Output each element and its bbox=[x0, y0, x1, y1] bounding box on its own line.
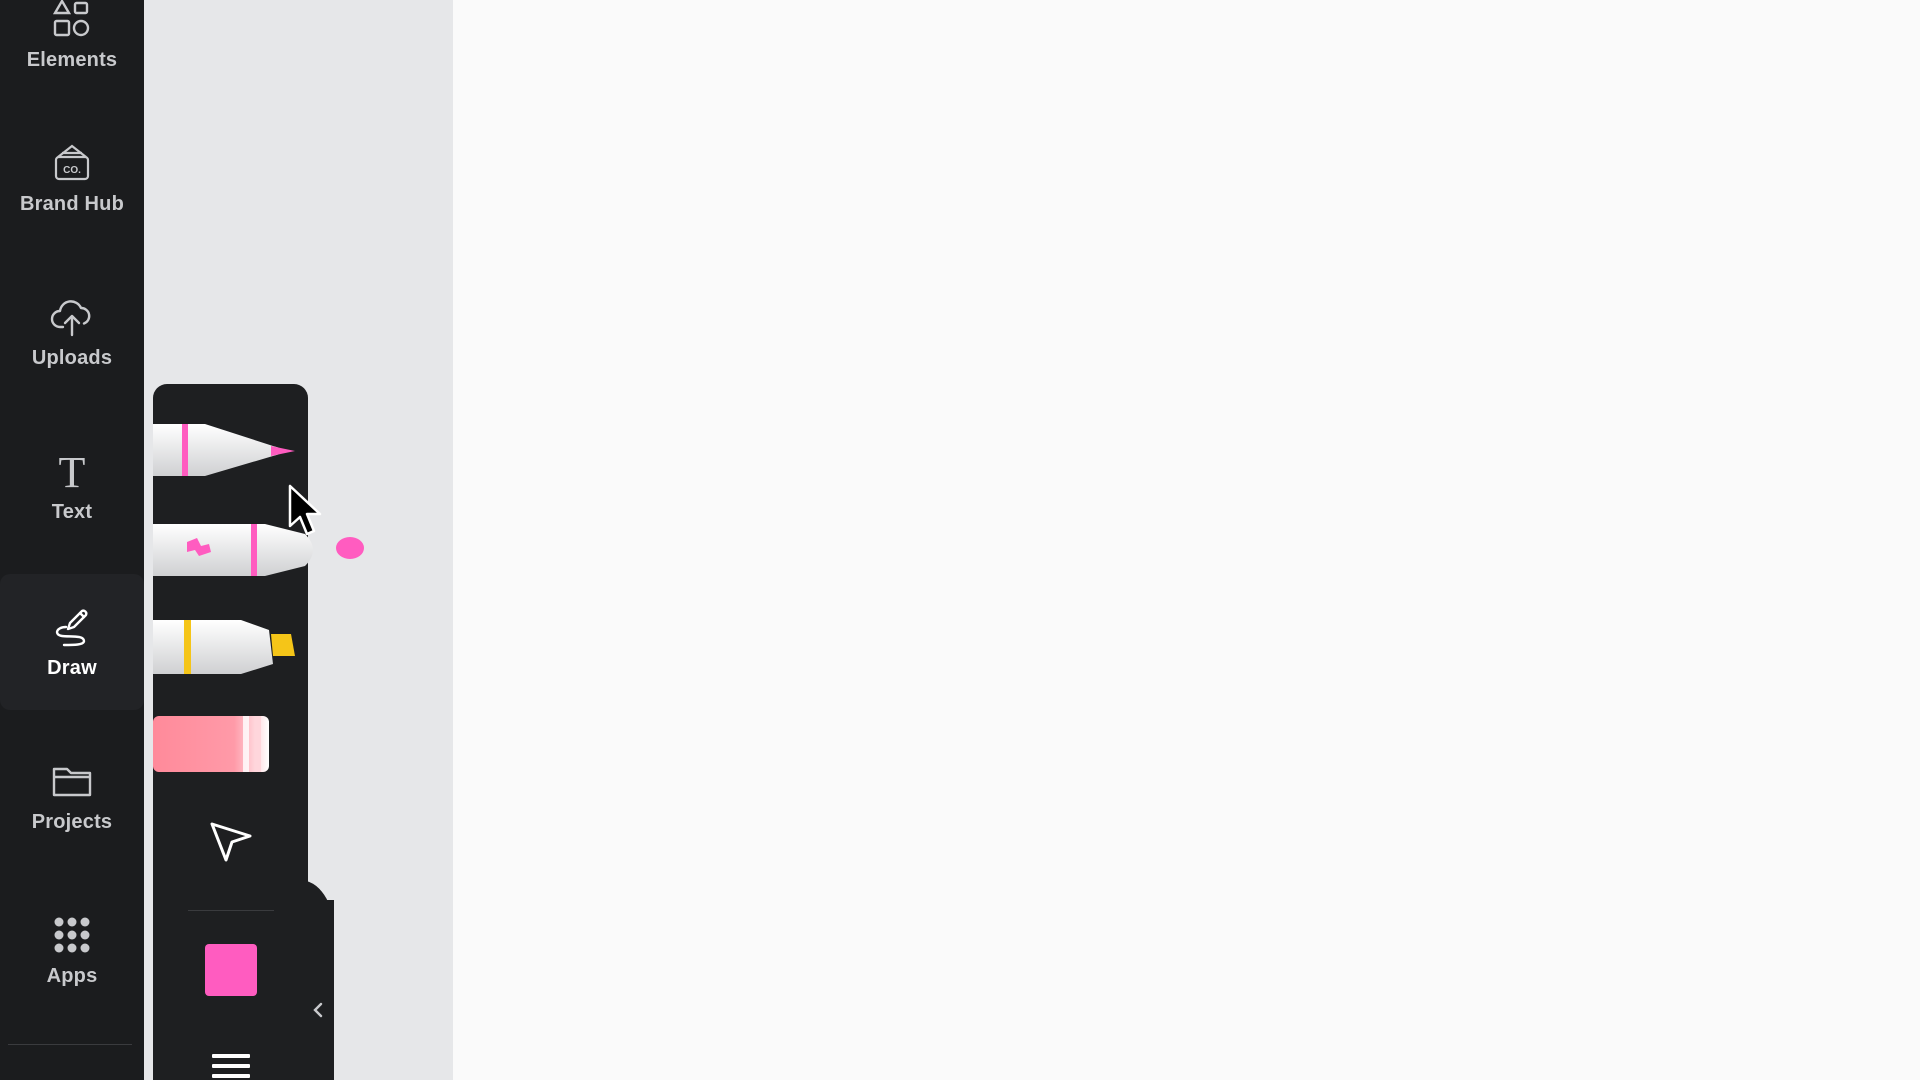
hamburger-menu-icon bbox=[212, 1054, 250, 1078]
rail-item-uploads[interactable]: Uploads bbox=[0, 264, 144, 400]
highlighter-icon bbox=[153, 620, 295, 674]
tray-menu-button[interactable] bbox=[210, 1050, 252, 1080]
chevron-left-icon bbox=[313, 1002, 323, 1018]
brand-hub-icon: CO. bbox=[50, 141, 94, 185]
rail-item-label: Elements bbox=[26, 48, 118, 71]
rail-item-text[interactable]: T Text bbox=[0, 418, 144, 554]
apps-grid-icon bbox=[50, 913, 94, 957]
select-arrow-icon bbox=[210, 822, 252, 862]
marker-icon bbox=[153, 524, 364, 576]
svg-text:T: T bbox=[59, 449, 86, 493]
svg-text:CO.: CO. bbox=[63, 165, 81, 176]
rail-item-label: Draw bbox=[47, 656, 97, 679]
rail-item-projects[interactable]: Projects bbox=[0, 728, 144, 864]
folder-icon bbox=[50, 759, 94, 803]
select-tool[interactable] bbox=[208, 818, 254, 864]
rail-item-brand-hub[interactable]: CO. Brand Hub bbox=[0, 110, 144, 246]
tray-divider bbox=[188, 910, 274, 911]
cloud-upload-icon bbox=[50, 295, 94, 339]
pen-tool[interactable] bbox=[153, 416, 303, 486]
app: Elements CO. Brand Hub Uploads T Text Dr… bbox=[0, 0, 1920, 1080]
pen-icon bbox=[153, 424, 295, 476]
color-swatch[interactable] bbox=[205, 944, 257, 996]
eraser-tool[interactable] bbox=[153, 710, 273, 776]
left-rail: Elements CO. Brand Hub Uploads T Text Dr… bbox=[0, 0, 144, 1080]
eraser-icon bbox=[153, 716, 269, 772]
draw-icon bbox=[50, 605, 94, 649]
rail-item-label: Apps bbox=[46, 964, 98, 987]
elements-icon bbox=[50, 0, 94, 41]
rail-item-elements[interactable]: Elements bbox=[0, 0, 144, 102]
rail-item-draw[interactable]: Draw bbox=[0, 574, 144, 710]
rail-item-label: Uploads bbox=[31, 346, 113, 369]
rail-item-label: Text bbox=[51, 500, 93, 523]
rail-item-label: Projects bbox=[31, 810, 113, 833]
marker-tool[interactable] bbox=[153, 512, 373, 582]
rail-divider bbox=[8, 1044, 132, 1045]
collapse-tray-button[interactable] bbox=[306, 990, 330, 1030]
text-icon: T bbox=[50, 449, 94, 493]
rail-item-apps[interactable]: Apps bbox=[0, 882, 144, 1018]
mouse-cursor-icon bbox=[288, 484, 324, 545]
highlighter-tool[interactable] bbox=[153, 610, 303, 680]
rail-item-label: Brand Hub bbox=[19, 192, 125, 215]
design-canvas[interactable] bbox=[453, 0, 1920, 1080]
